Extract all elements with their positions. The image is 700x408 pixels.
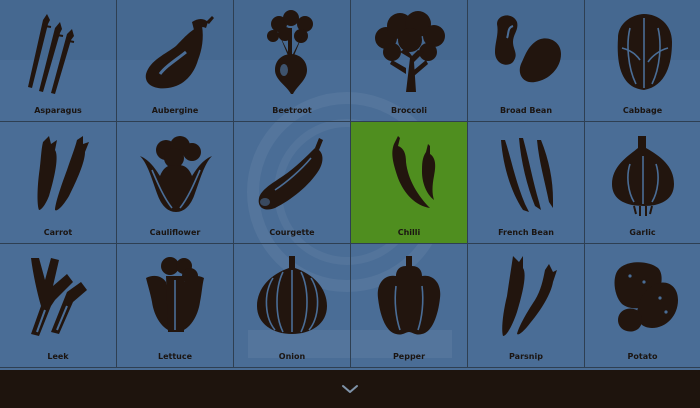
pepper-icon xyxy=(377,256,441,335)
tile-pepper[interactable]: Pepper xyxy=(351,244,468,368)
tile-lettuce[interactable]: Lettuce xyxy=(117,244,234,368)
lettuce-icon xyxy=(146,257,204,332)
tile-beetroot[interactable]: Beetroot xyxy=(234,0,351,122)
tile-label: Parsnip xyxy=(509,352,543,361)
tile-label: Potato xyxy=(627,352,658,361)
aubergine-icon xyxy=(145,16,214,89)
broccoli-icon xyxy=(375,11,445,92)
broad-bean-icon xyxy=(495,15,561,83)
parsnip-icon xyxy=(502,256,557,336)
bottom-bar xyxy=(0,370,700,408)
tile-parsnip[interactable]: Parsnip xyxy=(468,244,585,368)
tile-label: Courgette xyxy=(269,228,315,237)
cauliflower-icon xyxy=(140,136,212,212)
chevron-down-icon[interactable] xyxy=(341,383,359,395)
vegetable-grid: Asparagus Aubergine Beetroot Broccoli Br… xyxy=(0,0,700,368)
tile-broad-bean[interactable]: Broad Bean xyxy=(468,0,585,122)
tile-label: Chilli xyxy=(397,228,421,237)
tile-cabbage[interactable]: Cabbage xyxy=(585,0,700,122)
tile-broccoli[interactable]: Broccoli xyxy=(351,0,468,122)
tile-label: Beetroot xyxy=(272,106,312,115)
tile-label: Cauliflower xyxy=(149,228,201,237)
chilli-icon xyxy=(392,136,436,208)
tile-potato[interactable]: Potato xyxy=(585,244,700,368)
tile-label: Broad Bean xyxy=(499,106,553,115)
tile-label: Aubergine xyxy=(151,106,199,115)
tile-label: Leek xyxy=(47,352,69,361)
app-screen: Asparagus Aubergine Beetroot Broccoli Br… xyxy=(0,0,700,408)
asparagus-icon xyxy=(28,14,75,94)
tile-label: French Bean xyxy=(498,228,554,237)
potato-icon xyxy=(614,262,678,332)
tile-label: Broccoli xyxy=(390,106,427,115)
carrot-icon xyxy=(37,136,89,211)
tile-label: Lettuce xyxy=(157,352,193,361)
courgette-icon xyxy=(258,138,323,210)
tile-label: Pepper xyxy=(392,352,426,361)
tile-garlic[interactable]: Garlic xyxy=(585,122,700,244)
tile-label: Cabbage xyxy=(622,106,663,115)
onion-icon xyxy=(257,256,327,334)
tile-cauliflower[interactable]: Cauliflower xyxy=(117,122,234,244)
tile-onion[interactable]: Onion xyxy=(234,244,351,368)
garlic-icon xyxy=(611,136,674,216)
french-bean-icon xyxy=(501,138,553,212)
tile-asparagus[interactable]: Asparagus xyxy=(0,0,117,122)
tile-label: Garlic xyxy=(629,228,656,237)
beetroot-icon xyxy=(267,10,313,94)
tile-label: Asparagus xyxy=(34,106,82,115)
tile-label: Onion xyxy=(278,352,306,361)
tile-carrot[interactable]: Carrot xyxy=(0,122,117,244)
tile-label: Carrot xyxy=(43,228,73,237)
tile-courgette[interactable]: Courgette xyxy=(234,122,351,244)
tile-aubergine[interactable]: Aubergine xyxy=(117,0,234,122)
leek-icon xyxy=(31,258,87,336)
tile-french-bean[interactable]: French Bean xyxy=(468,122,585,244)
tile-chilli[interactable]: Chilli xyxy=(351,122,468,244)
tile-leek[interactable]: Leek xyxy=(0,244,117,368)
cabbage-icon xyxy=(617,14,672,90)
